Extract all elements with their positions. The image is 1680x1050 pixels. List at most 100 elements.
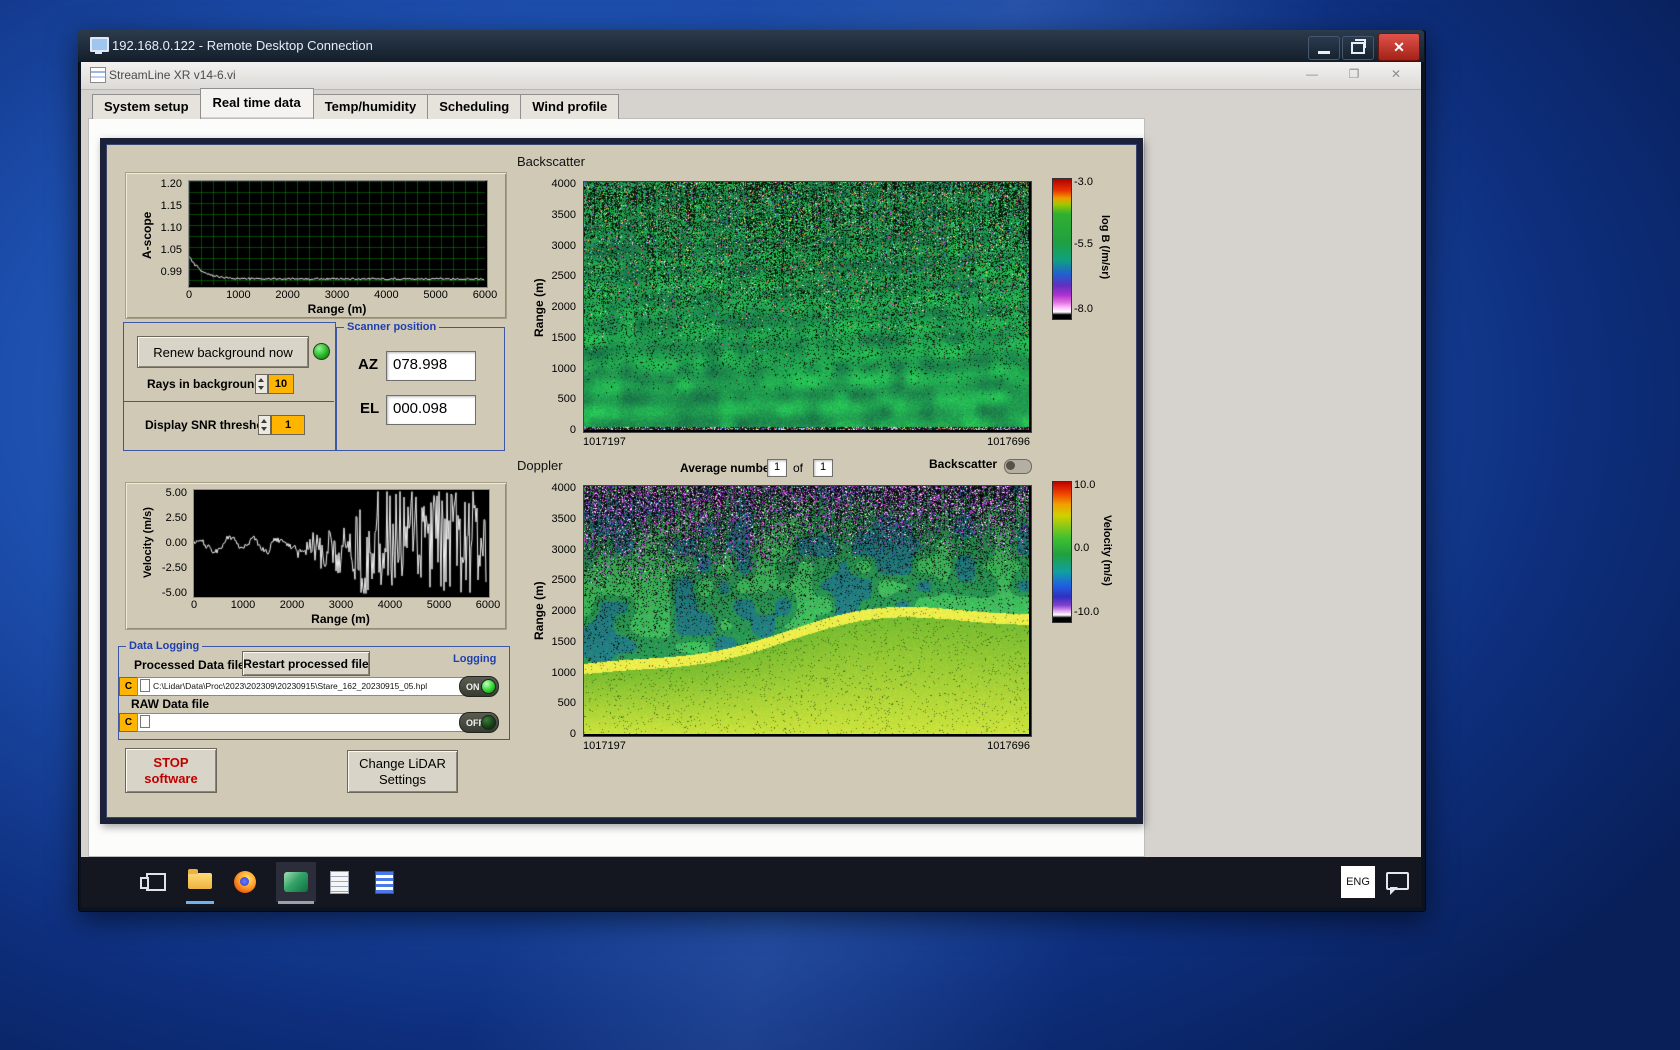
renew-background-led — [313, 343, 330, 360]
doppler-colorbar-tick-bottom: -10.0 — [1074, 606, 1100, 618]
data-viewer-app-icon[interactable] — [375, 871, 394, 894]
ascope-y-ticks: 1.20 1.15 1.10 1.05 0.99 — [150, 178, 184, 278]
notification-center-icon[interactable] — [1386, 872, 1409, 895]
backscatter-title: Backscatter — [517, 154, 585, 169]
axis-tick: 1500 — [551, 635, 576, 648]
axis-tick: 2000 — [551, 605, 576, 617]
backscatter-colorbar-tick-top: -3.0 — [1074, 176, 1093, 188]
renew-background-button[interactable]: Renew background now — [137, 336, 309, 368]
app-minimize-button[interactable]: — — [1303, 67, 1321, 81]
rays-value-field[interactable]: 10 — [268, 374, 294, 394]
axis-tick: 0 — [190, 599, 198, 611]
remote-session-active-indicator — [278, 901, 314, 904]
desktop: 192.168.0.122 - Remote Desktop Connectio… — [0, 0, 1680, 1050]
task-view-icon[interactable] — [140, 873, 166, 891]
processed-data-file-label: Processed Data file — [134, 658, 245, 672]
language-indicator[interactable]: ENG — [1341, 866, 1375, 898]
rays-spinner[interactable] — [255, 374, 268, 394]
change-button-line2: Settings — [379, 771, 426, 787]
stop-software-button[interactable]: STOP software — [125, 748, 217, 793]
backscatter-y-ticks: 4000 3500 3000 2500 2000 1500 1000 500 0 — [544, 178, 578, 436]
remote-session-app-icon[interactable] — [284, 872, 308, 892]
axis-tick: 1.05 — [160, 244, 182, 256]
data-logging-title: Data Logging — [126, 640, 203, 652]
rdp-close-button[interactable]: ✕ — [1378, 33, 1420, 61]
az-label: AZ — [358, 356, 378, 373]
doppler-heatmap — [583, 485, 1032, 737]
axis-tick: 2500 — [551, 574, 576, 587]
ascope-trace-canvas — [189, 181, 485, 285]
axis-tick: 3000 — [328, 599, 354, 611]
rdp-minimize-button[interactable] — [1308, 36, 1340, 60]
axis-tick: 1000 — [551, 362, 576, 375]
el-value-display: 000.098 — [386, 395, 476, 425]
snr-spinner[interactable] — [258, 415, 271, 435]
tab-scheduling[interactable]: Scheduling — [427, 94, 522, 119]
file-explorer-icon[interactable] — [188, 869, 212, 889]
raw-drive-selector[interactable]: C — [119, 713, 138, 732]
axis-tick: 6000 — [475, 599, 501, 611]
average-count-field[interactable]: 1 — [813, 459, 833, 477]
rdp-titlebar[interactable]: 192.168.0.122 - Remote Desktop Connectio… — [78, 30, 1424, 62]
backscatter-heatmap — [583, 181, 1032, 433]
processed-drive-selector[interactable]: C — [119, 677, 138, 696]
axis-tick: 4000 — [551, 178, 576, 190]
axis-tick: 0 — [569, 728, 576, 740]
doppler-y-ticks: 4000 3500 3000 2500 2000 1500 1000 500 0 — [544, 482, 578, 740]
tab-real-time-data[interactable]: Real time data — [199, 88, 314, 117]
axis-tick: 0.00 — [165, 537, 187, 549]
backscatter-colorbar — [1052, 178, 1072, 320]
axis-tick: -5.00 — [161, 587, 187, 599]
change-lidar-settings-button[interactable]: Change LiDAR Settings — [347, 750, 458, 793]
tab-temp-humidity[interactable]: Temp/humidity — [312, 94, 429, 119]
axis-tick: 6000 — [472, 289, 498, 301]
axis-tick: 5.00 — [165, 487, 187, 499]
axis-tick: 1.15 — [160, 200, 182, 212]
velocity-trace-canvas — [194, 490, 487, 595]
tab-system-setup[interactable]: System setup — [92, 94, 201, 119]
axis-tick: 1000 — [551, 666, 576, 679]
rdp-maximize-button[interactable] — [1342, 36, 1374, 60]
backscatter-toggle-label: Backscatter — [929, 457, 998, 471]
average-number-field[interactable]: 1 — [767, 459, 787, 477]
axis-tick: 2000 — [275, 289, 300, 301]
processed-path-field[interactable]: C:\Lidar\Data\Proc\2023\202309\20230915\… — [137, 677, 472, 696]
doppler-x-start-label: 1017197 — [583, 740, 626, 752]
on-label: ON — [466, 682, 480, 692]
processed-logging-toggle[interactable]: ON — [459, 676, 499, 697]
el-label: EL — [360, 400, 380, 417]
ascope-plot — [188, 180, 488, 288]
scan-schedule-app-icon[interactable] — [330, 871, 349, 894]
axis-tick: 2000 — [279, 599, 305, 611]
of-label: of — [793, 461, 804, 475]
app-restore-button[interactable]: ❐ — [1345, 67, 1363, 81]
raw-path-field[interactable] — [137, 713, 472, 732]
snr-value-field[interactable]: 1 — [271, 415, 305, 435]
maximize-icon — [1351, 39, 1366, 54]
backscatter-x-end-label: 1017696 — [987, 436, 1030, 448]
app-window-title: StreamLine XR v14-6.vi — [109, 68, 236, 82]
rays-in-background-label: Rays in background — [147, 377, 262, 391]
velocity-y-ticks: 5.00 2.50 0.00 -2.50 -5.00 — [151, 487, 189, 599]
restart-processed-file-button[interactable]: Restart processed file — [242, 651, 370, 676]
average-number-label: Average number — [680, 461, 775, 475]
rdp-window-title: 192.168.0.122 - Remote Desktop Connectio… — [112, 38, 373, 53]
tab-bar: System setup Real time data Temp/humidit… — [92, 88, 620, 119]
axis-tick: 0.99 — [160, 266, 182, 278]
app-titlebar[interactable]: StreamLine XR v14-6.vi — ❐ ✕ — [81, 62, 1421, 90]
axis-tick: 4000 — [377, 599, 403, 611]
axis-tick: 4000 — [551, 482, 576, 494]
axis-tick: 500 — [557, 697, 576, 710]
stop-button-line1: STOP — [153, 754, 189, 770]
backscatter-colorbar-tick-mid: -5.5 — [1074, 238, 1093, 250]
raw-logging-toggle[interactable]: OFF — [459, 712, 499, 733]
axis-tick: 3000 — [551, 239, 576, 252]
app-close-button[interactable]: ✕ — [1387, 67, 1405, 81]
axis-tick: 500 — [557, 393, 576, 406]
background-controls-divider — [123, 401, 334, 402]
backscatter-display-toggle[interactable] — [1004, 459, 1032, 474]
axis-tick: 1.10 — [160, 222, 182, 234]
tab-wind-profile[interactable]: Wind profile — [520, 94, 620, 119]
axis-tick: 5000 — [426, 599, 452, 611]
firefox-icon[interactable] — [234, 871, 256, 893]
